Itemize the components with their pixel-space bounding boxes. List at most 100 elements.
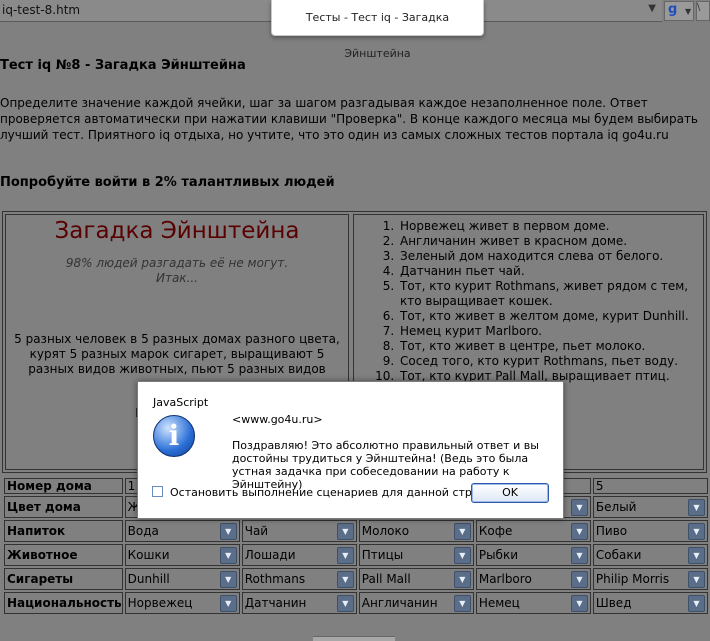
drink-select[interactable]: Вода ▼ <box>126 521 239 541</box>
tab-tooltip: Тесты - Тест iq - Загадка Эйнштейна <box>271 0 484 60</box>
drink-select[interactable]: Кофе ▼ <box>477 521 590 541</box>
animal-select[interactable]: Птицы ▼ <box>360 545 473 565</box>
chevron-down-icon[interactable]: ▼ <box>453 547 471 564</box>
color-select[interactable]: Белый ▼ <box>594 497 707 517</box>
riddle-subtitle-line: 98% людей разгадать её не могут. <box>65 256 289 270</box>
grid-cell: Rothmans ▼ <box>241 568 357 590</box>
ok-button[interactable]: OK <box>471 483 549 503</box>
select-value: Philip Morris <box>595 572 670 586</box>
clue-item: Тот, кто живет в желтом доме, курит Dunh… <box>398 309 703 324</box>
chevron-down-icon[interactable]: ▼ <box>570 595 588 612</box>
row-label: Цвет дома <box>4 496 123 518</box>
cigarettes-select[interactable]: Dunhill ▼ <box>126 569 239 589</box>
nationality-select[interactable]: Датчанин ▼ <box>243 593 356 613</box>
animal-select[interactable]: Лошади ▼ <box>243 545 356 565</box>
chevron-down-icon[interactable]: ▼ <box>336 595 354 612</box>
chevron-down-icon[interactable]: ▼ <box>688 523 705 540</box>
grid-cell: Датчанин ▼ <box>241 592 357 614</box>
drink-select[interactable]: Чай ▼ <box>243 521 356 541</box>
search-engine-button[interactable]: g ▼ <box>664 1 694 21</box>
select-value: Кофе <box>478 524 513 538</box>
row-label: Сигареты <box>4 568 123 590</box>
clue-item: Сосед того, кто курит Rothmans, пьет вод… <box>398 354 703 369</box>
house-number: 5 <box>592 478 708 494</box>
clue-item: Англичанин живет в красном доме. <box>398 234 703 249</box>
nationality-select[interactable]: Немец ▼ <box>477 593 590 613</box>
row-label: Животное <box>4 544 123 566</box>
grid-cell: Белый ▼ <box>592 496 708 518</box>
select-value: Пиво <box>595 524 628 538</box>
cigarettes-select[interactable]: Marlboro ▼ <box>477 569 590 589</box>
chevron-down-icon[interactable]: ▼ <box>453 523 471 540</box>
clue-item: Норвежец живет в первом доме. <box>398 219 703 234</box>
page-title: Тест iq №8 - Загадка Эйнштейна <box>0 58 246 73</box>
grid-cell: Пиво ▼ <box>592 520 708 542</box>
google-icon: g <box>668 2 678 17</box>
alert-dialog: JavaScript i <www.go4u.ru> Поздравляю! Э… <box>137 381 564 519</box>
row-label: Напиток <box>4 520 123 542</box>
nationality-select[interactable]: Норвежец ▼ <box>126 593 239 613</box>
row-label: Национальность <box>4 592 123 614</box>
grid-cell: Кофе ▼ <box>475 520 591 542</box>
riddle-subtitle-line: Итак... <box>155 271 198 285</box>
select-value: Птицы <box>361 548 404 562</box>
chevron-down-icon[interactable]: ▼ <box>570 499 588 516</box>
chevron-down-icon[interactable]: ▼ <box>570 571 588 588</box>
chevron-down-icon[interactable]: ▼ <box>219 523 237 540</box>
grid-cell: Немец ▼ <box>475 592 591 614</box>
stop-scripts-checkbox[interactable] <box>152 486 163 497</box>
dialog-origin: <www.go4u.ru> <box>232 413 323 426</box>
clue-item: Немец курит Marlboro. <box>398 324 703 339</box>
chevron-down-icon[interactable]: ▼ <box>336 571 354 588</box>
chevron-down-icon[interactable]: ▼ <box>688 571 705 588</box>
chevron-down-icon[interactable]: ▼ <box>688 547 705 564</box>
chevron-down-icon[interactable]: ▼ <box>570 547 588 564</box>
animal-select[interactable]: Рыбки ▼ <box>477 545 590 565</box>
cigarettes-select[interactable]: Philip Morris ▼ <box>594 569 707 589</box>
chevron-down-icon[interactable]: ▼ <box>453 571 471 588</box>
riddle-subtitle: 98% людей разгадать её не могут. Итак... <box>6 256 348 286</box>
chevron-down-icon[interactable]: ▼ <box>453 595 471 612</box>
riddle-title: Загадка Эйнштейна <box>54 218 300 244</box>
grid-cell: Philip Morris ▼ <box>592 568 708 590</box>
grid-cell: Кошки ▼ <box>124 544 240 566</box>
grid-row-animal: Животное Кошки ▼ Лошади ▼ Птицы ▼ Рыбки ▼ Со… <box>4 544 708 566</box>
chevron-down-icon[interactable]: ▼ <box>219 547 237 564</box>
side-button[interactable]: \ <box>696 1 710 21</box>
select-value: Англичанин <box>361 596 438 610</box>
grid-cell: Вода ▼ <box>124 520 240 542</box>
address-url: iq-test-8.htm <box>2 3 81 17</box>
clue-item: Тот, кто живет в центре, пьет молоко. <box>398 339 703 354</box>
chevron-down-icon[interactable]: ▼ <box>336 547 354 564</box>
grid-cell: Птицы ▼ <box>358 544 474 566</box>
cigarettes-select[interactable]: Rothmans ▼ <box>243 569 356 589</box>
chevron-down-icon[interactable]: ▼ <box>688 595 705 612</box>
chevron-down-icon[interactable]: ▼ <box>219 595 237 612</box>
cigarettes-select[interactable]: Pall Mall ▼ <box>360 569 473 589</box>
grid-row-drink: Напиток Вода ▼ Чай ▼ Молоко ▼ Кофе ▼ Пиво ▼ <box>4 520 708 542</box>
nationality-select[interactable]: Швед ▼ <box>594 593 707 613</box>
select-value: Собаки <box>595 548 642 562</box>
select-value: Молоко <box>361 524 410 538</box>
grid-cell: Marlboro ▼ <box>475 568 591 590</box>
grid-cell: Лошади ▼ <box>241 544 357 566</box>
stop-scripts-label[interactable]: Остановить выполнение сценариев для данн… <box>170 486 509 499</box>
select-value: Dunhill <box>127 572 170 586</box>
chevron-down-icon[interactable]: ▼ <box>336 523 354 540</box>
drink-select[interactable]: Молоко ▼ <box>360 521 473 541</box>
chevron-down-icon[interactable]: ▼ <box>648 3 656 14</box>
page-subtitle: Попробуйте войти в 2% талантливых людей <box>0 175 335 190</box>
select-value: Pall Mall <box>361 572 411 586</box>
select-value: Marlboro <box>478 572 532 586</box>
grid-cell: Рыбки ▼ <box>475 544 591 566</box>
chevron-down-icon[interactable]: ▼ <box>219 571 237 588</box>
chevron-down-icon[interactable]: ▼ <box>688 499 705 516</box>
chevron-down-icon[interactable]: ▼ <box>570 523 588 540</box>
grid-cell: Швед ▼ <box>592 592 708 614</box>
animal-select[interactable]: Собаки ▼ <box>594 545 707 565</box>
house-number-label: Номер дома <box>4 478 123 494</box>
drink-select[interactable]: Пиво ▼ <box>594 521 707 541</box>
chevron-down-icon: ▼ <box>685 7 692 16</box>
animal-select[interactable]: Кошки ▼ <box>126 545 239 565</box>
nationality-select[interactable]: Англичанин ▼ <box>360 593 473 613</box>
